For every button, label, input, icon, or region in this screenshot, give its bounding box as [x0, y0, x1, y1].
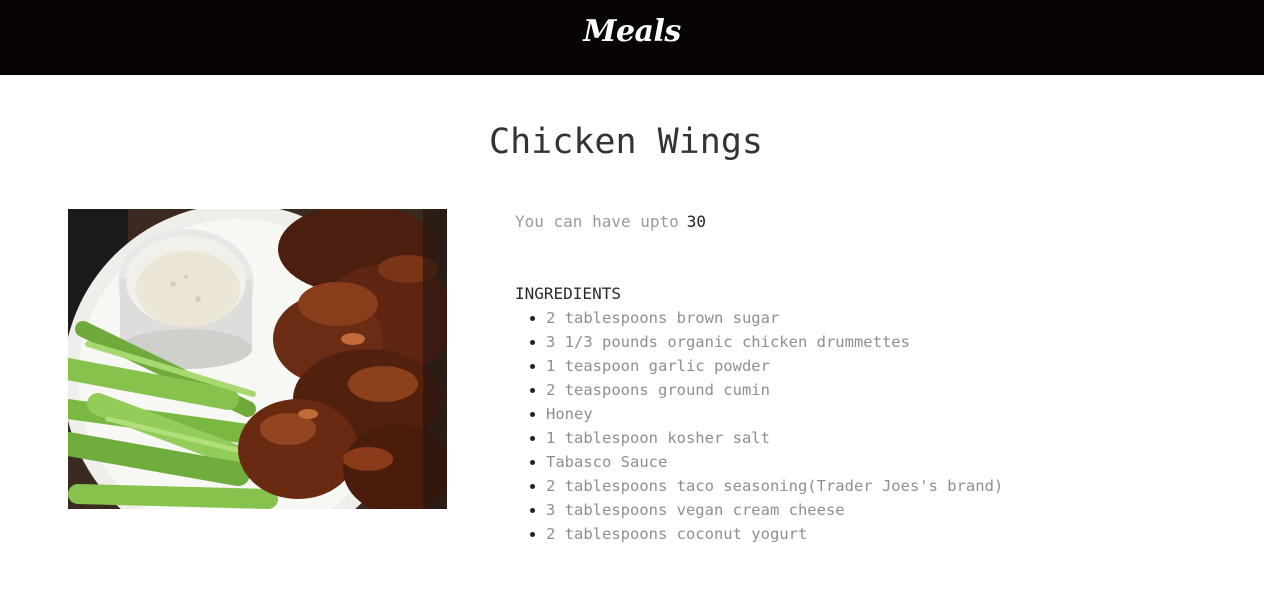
- ingredient-item: 3 1/3 pounds organic chicken drummettes: [546, 330, 1003, 354]
- site-header: Meals: [0, 0, 1264, 75]
- allowance-label: You can have upto: [515, 212, 679, 231]
- ingredient-item: Honey: [546, 402, 1003, 426]
- ingredient-item: 2 teaspoons ground cumin: [546, 378, 1003, 402]
- ingredient-item: 3 tablespoons vegan cream cheese: [546, 498, 1003, 522]
- chicken-wings-image: [68, 209, 447, 509]
- allowance-value: 30: [686, 212, 707, 231]
- ingredient-item: 2 tablespoons taco seasoning(Trader Joes…: [546, 474, 1003, 498]
- recipe-title: Chicken Wings: [489, 122, 763, 162]
- ingredient-item: 2 tablespoons coconut yogurt: [546, 522, 1003, 546]
- recipe-photo: [68, 209, 447, 509]
- ingredient-item: Tabasco Sauce: [546, 450, 1003, 474]
- ingredients-heading: INGREDIENTS: [515, 284, 621, 303]
- ingredient-item: 1 tablespoon kosher salt: [546, 426, 1003, 450]
- ingredient-item: 2 tablespoons brown sugar: [546, 306, 1003, 330]
- allowance-text: You can have upto 30: [515, 210, 706, 234]
- ingredients-list: 2 tablespoons brown sugar 3 1/3 pounds o…: [515, 306, 1003, 546]
- ingredient-item: 1 teaspoon garlic powder: [546, 354, 1003, 378]
- brand-logo[interactable]: Meals: [0, 12, 1264, 52]
